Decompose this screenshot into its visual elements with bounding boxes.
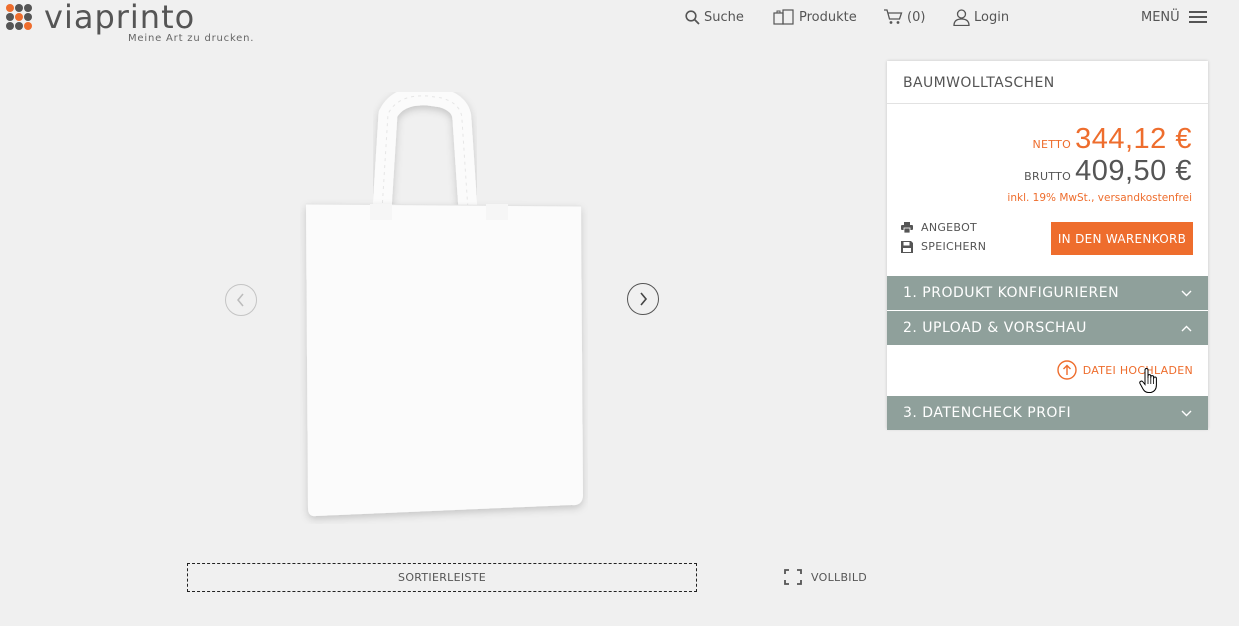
nav-login[interactable]: Login	[953, 6, 1009, 28]
netto-price: NETTO 344,12 €	[1033, 123, 1192, 156]
product-image	[305, 92, 583, 517]
previous-image-button[interactable]	[225, 284, 257, 316]
netto-value: 344,12 €	[1075, 123, 1192, 155]
nav-login-label: Login	[974, 9, 1010, 25]
netto-label: NETTO	[1032, 138, 1072, 151]
fullscreen-icon	[784, 569, 802, 585]
offer-label: ANGEBOT	[921, 221, 978, 234]
chevron-down-icon	[1181, 410, 1192, 416]
cart-count: (0)	[907, 9, 926, 25]
nav-search-label: Suche	[704, 9, 744, 25]
add-to-cart-button[interactable]: IN DEN WARENKORB	[1051, 222, 1193, 255]
vat-note: inkl. 19% MwSt., versandkostenfrei	[1007, 192, 1192, 204]
chevron-up-icon	[1181, 325, 1192, 331]
brutto-value: 409,50 €	[1075, 155, 1192, 187]
accordion-upload[interactable]: 2. UPLOAD & VORSCHAU	[887, 311, 1208, 345]
logo-wordmark: viaprinto	[44, 0, 196, 36]
accordion-datacheck[interactable]: 3. DATENCHECK PROFI	[887, 396, 1208, 430]
brutto-label: BRUTTO	[1024, 170, 1072, 183]
printer-icon	[901, 222, 913, 233]
viaprinto-logo[interactable]: viaprinto Meine Art zu drucken.	[6, 0, 256, 46]
next-image-button[interactable]	[627, 283, 659, 315]
save-label: SPEICHERN	[921, 240, 987, 253]
sort-bar-label: SORTIERLEISTE	[398, 571, 486, 584]
accordion-datacheck-label: 3. DATENCHECK PROFI	[903, 405, 1072, 421]
accordion-upload-label: 2. UPLOAD & VORSCHAU	[903, 320, 1087, 336]
search-icon	[685, 9, 700, 25]
upload-arrow-icon	[1057, 360, 1077, 380]
brutto-price: BRUTTO 409,50 €	[1024, 155, 1192, 188]
nav-cart[interactable]: (0)	[883, 6, 925, 28]
hand-cursor-icon	[1139, 368, 1157, 393]
fullscreen-button[interactable]: VOLLBILD	[784, 569, 867, 585]
floppy-disk-icon	[901, 240, 913, 253]
user-icon	[953, 8, 970, 26]
offer-button[interactable]: ANGEBOT	[901, 221, 977, 234]
chevron-right-icon	[640, 292, 648, 306]
fullscreen-label: VOLLBILD	[811, 570, 868, 584]
cart-icon	[884, 9, 903, 24]
nav-products-label: Produkte	[799, 9, 857, 25]
nav-menu[interactable]: MENÜ	[1141, 6, 1207, 28]
nav-menu-label: MENÜ	[1141, 9, 1180, 25]
logo-dots-icon	[6, 4, 40, 34]
accordion-configure-label: 1. PRODUKT KONFIGURIEREN	[903, 285, 1120, 301]
upload-file-button[interactable]: DATEI HOCHLADEN	[1057, 360, 1193, 380]
save-button[interactable]: SPEICHERN	[901, 240, 986, 253]
nav-products[interactable]: Produkte	[773, 6, 857, 28]
products-icon	[773, 9, 794, 25]
logo-tagline: Meine Art zu drucken.	[128, 33, 255, 44]
accordion-configure[interactable]: 1. PRODUKT KONFIGURIEREN	[887, 276, 1208, 310]
chevron-down-icon	[1181, 290, 1192, 296]
sort-bar[interactable]: SORTIERLEISTE	[187, 563, 697, 592]
product-title: BAUMWOLLTASCHEN	[887, 61, 1208, 104]
nav-search[interactable]: Suche	[685, 6, 744, 28]
chevron-left-icon	[237, 293, 244, 307]
upload-file-label: DATEI HOCHLADEN	[1082, 363, 1193, 377]
hamburger-icon	[1188, 8, 1207, 26]
